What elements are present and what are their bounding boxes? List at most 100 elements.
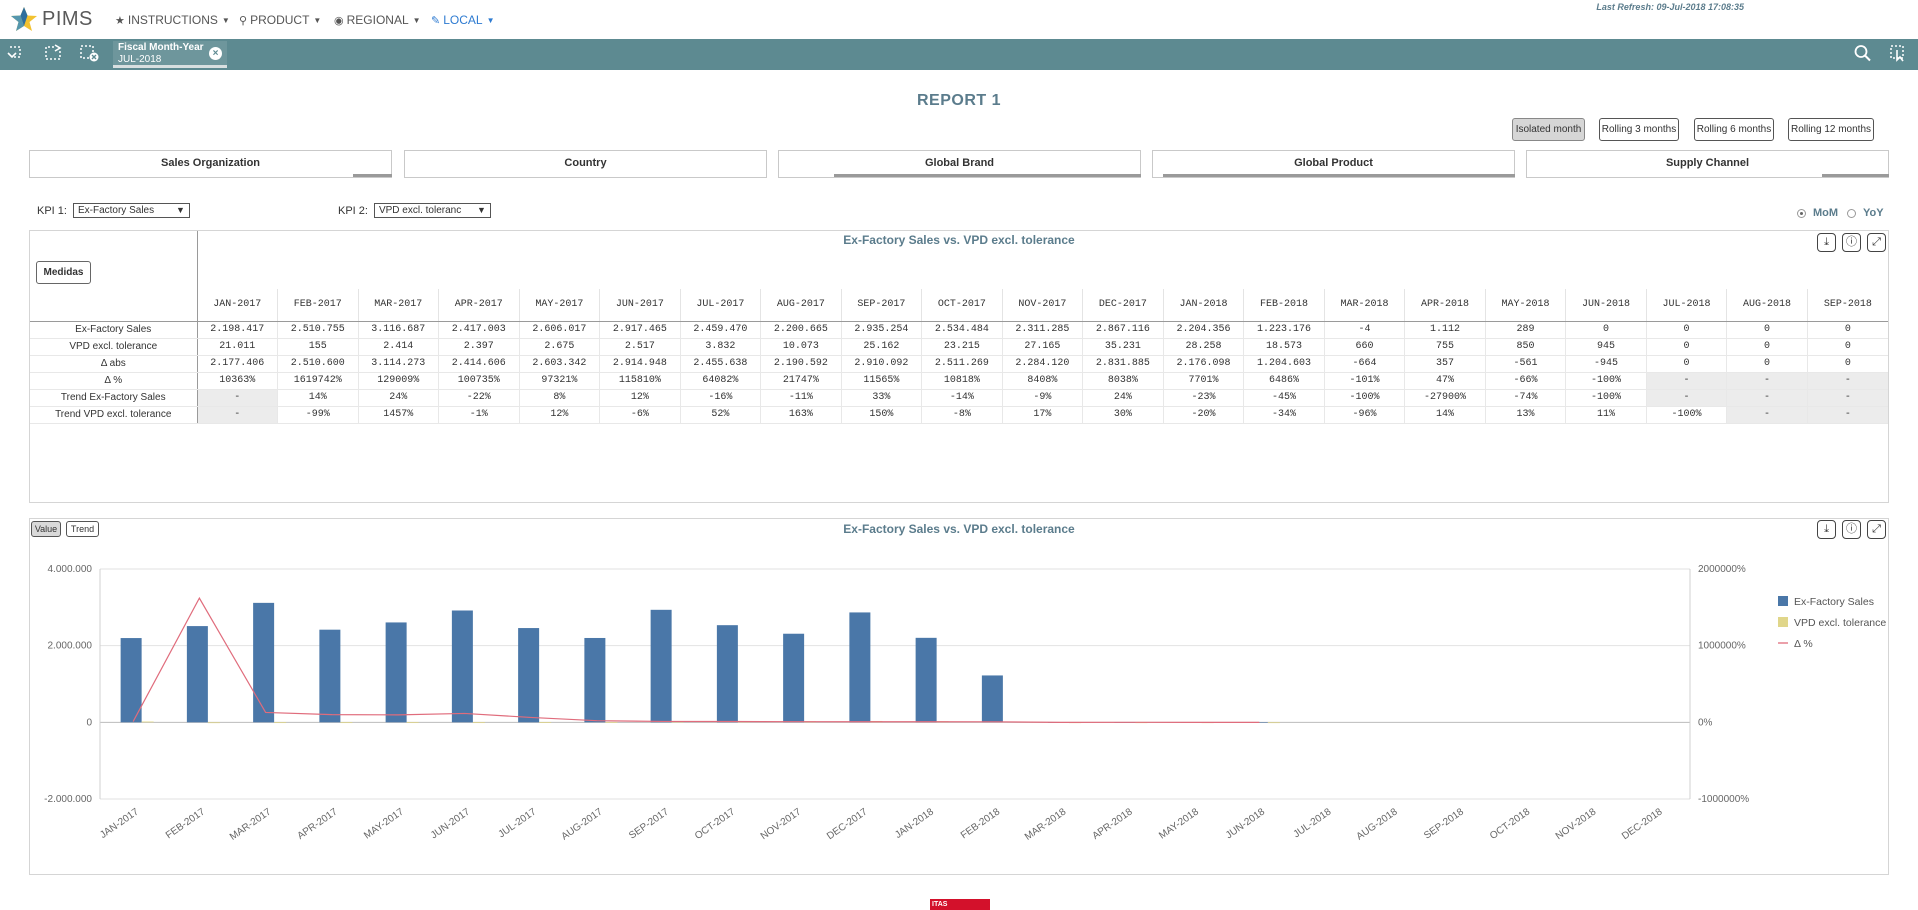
expand-icon[interactable]: ⤢ <box>1867 233 1886 252</box>
column-header-month[interactable]: MAR-2018 <box>1323 289 1405 322</box>
column-header-month[interactable]: MAR-2017 <box>357 289 439 322</box>
column-header-month[interactable]: APR-2018 <box>1404 289 1486 322</box>
table-cell: 18.573 <box>1243 338 1325 356</box>
column-header-month[interactable]: JAN-2018 <box>1162 289 1244 322</box>
filter-label: Global Brand <box>924 157 995 169</box>
download-icon[interactable]: ⤓ <box>1817 520 1836 539</box>
column-header-month[interactable]: DEC-2017 <box>1082 289 1164 322</box>
column-header-month[interactable]: SEP-2018 <box>1806 289 1888 322</box>
menu-local[interactable]: ✎ LOCAL ▼ <box>431 13 495 27</box>
app-logo[interactable]: PIMS <box>10 6 93 32</box>
menu-regional[interactable]: ◉ REGIONAL ▼ <box>334 13 421 27</box>
table-cell: 0 <box>1726 321 1808 339</box>
column-header-month[interactable]: JUN-2018 <box>1565 289 1647 322</box>
mom-radio[interactable]: MoM <box>1797 207 1838 219</box>
chart-panel: Value Trend Ex-Factory Sales vs. VPD exc… <box>29 518 1889 875</box>
expand-icon[interactable]: ⤢ <box>1867 520 1886 539</box>
bar-ex-factory-sales <box>650 609 672 723</box>
download-icon[interactable]: ⤓ <box>1817 233 1836 252</box>
x-axis-tick-label: DEC-2018 <box>1620 806 1665 842</box>
close-icon[interactable]: × <box>209 47 222 60</box>
y-axis-tick-label: 4.000.000 <box>48 564 93 575</box>
table-cell: 2.603.342 <box>518 355 600 373</box>
column-header-month[interactable]: AUG-2018 <box>1726 289 1808 322</box>
table-cell: 2.510.755 <box>277 321 359 339</box>
smart-search-select-icon[interactable] <box>1888 44 1910 64</box>
table-cell: -561 <box>1484 355 1566 373</box>
kpi1-label: KPI 1: <box>37 204 67 217</box>
filter-global-product[interactable]: Global Product <box>1152 150 1515 178</box>
bar-ex-factory-sales <box>783 633 805 723</box>
filter-selection-bar <box>1163 174 1515 177</box>
table-cell: 52% <box>679 406 761 424</box>
medidas-button[interactable]: Medidas <box>36 261 91 284</box>
info-icon[interactable]: ⓘ <box>1842 233 1861 252</box>
table-cell: -20% <box>1162 406 1244 424</box>
table-cell: 23.215 <box>921 338 1003 356</box>
column-header-month[interactable]: JAN-2017 <box>196 289 278 322</box>
rolling-12-months-button[interactable]: Rolling 12 months <box>1788 118 1874 141</box>
column-header-month[interactable]: NOV-2017 <box>1001 289 1083 322</box>
column-header-month[interactable]: JUL-2018 <box>1645 289 1727 322</box>
rolling-6-months-button[interactable]: Rolling 6 months <box>1694 118 1774 141</box>
pivot-table: JAN-2017 FEB-2017 MAR-2017 APR-2017 MAY-2017… <box>30 289 1888 424</box>
table-cell: 7701% <box>1162 372 1244 390</box>
row-header[interactable]: Trend VPD excl. tolerance <box>30 406 198 424</box>
filter-global-brand[interactable]: Global Brand <box>778 150 1141 178</box>
table-cell: - <box>1806 406 1888 424</box>
table-cell: 755 <box>1404 338 1486 356</box>
filter-supply-channel[interactable]: Supply Channel <box>1526 150 1889 178</box>
row-header[interactable]: Δ % <box>30 372 198 390</box>
table-cell: -945 <box>1565 355 1647 373</box>
kpi1-dropdown[interactable]: Ex-Factory Sales ▼ <box>72 203 190 218</box>
table-cell: 2.867.116 <box>1082 321 1164 339</box>
table-cell: 0 <box>1806 338 1888 356</box>
x-axis-tick-label: AUG-2018 <box>1355 806 1400 842</box>
table-cell: - <box>196 406 278 424</box>
kpi2-dropdown[interactable]: VPD excl. toleranc ▼ <box>373 203 491 218</box>
kpi1-value: Ex-Factory Sales <box>77 205 155 216</box>
column-header-month[interactable]: FEB-2017 <box>277 289 359 322</box>
info-icon[interactable]: ⓘ <box>1842 520 1861 539</box>
column-header-month[interactable]: SEP-2017 <box>840 289 922 322</box>
menu-instructions[interactable]: ★ INSTRUCTIONS ▼ <box>115 13 230 27</box>
column-header-month[interactable]: FEB-2018 <box>1243 289 1325 322</box>
table-cell: -100% <box>1323 389 1405 407</box>
y2-axis-tick-label: 0% <box>1698 717 1713 728</box>
isolated-month-button[interactable]: Isolated month <box>1512 118 1585 141</box>
column-header-month[interactable]: OCT-2017 <box>921 289 1003 322</box>
y2-axis-tick-label: 1000000% <box>1698 641 1746 652</box>
row-header[interactable]: Δ abs <box>30 355 198 373</box>
table-cell: 2.417.003 <box>438 321 520 339</box>
row-header[interactable]: Trend Ex-Factory Sales <box>30 389 198 407</box>
rolling-3-months-button[interactable]: Rolling 3 months <box>1599 118 1679 141</box>
step-forward-icon[interactable] <box>42 44 64 64</box>
table-cell: 28.258 <box>1162 338 1244 356</box>
step-back-icon[interactable] <box>6 44 28 64</box>
column-header-month[interactable]: APR-2017 <box>438 289 520 322</box>
column-header-month[interactable]: MAY-2018 <box>1484 289 1566 322</box>
row-header[interactable]: VPD excl. tolerance <box>30 338 198 356</box>
row-header[interactable]: Ex-Factory Sales <box>30 321 198 339</box>
selection-chip-fiscal-month[interactable]: Fiscal Month-Year JUL-2018 × <box>113 41 227 68</box>
table-cell: -664 <box>1323 355 1405 373</box>
column-header-month[interactable]: JUN-2017 <box>599 289 681 322</box>
menu-product[interactable]: ⚲ PRODUCT ▼ <box>239 13 321 27</box>
yoy-radio[interactable]: YoY <box>1847 207 1884 219</box>
pims-star-logo-icon <box>11 7 37 31</box>
filter-country[interactable]: Country <box>404 150 767 178</box>
filter-label: Sales Organization <box>160 157 261 169</box>
table-cell: 945 <box>1565 338 1647 356</box>
search-icon[interactable] <box>1852 44 1874 64</box>
filter-sales-organization[interactable]: Sales Organization <box>29 150 392 178</box>
x-axis-tick-label: JUL-2017 <box>497 806 539 840</box>
bar-ex-factory-sales <box>584 637 606 723</box>
bar-ex-factory-sales <box>451 610 473 723</box>
column-header-month[interactable]: AUG-2017 <box>760 289 842 322</box>
table-cell: 12% <box>599 389 681 407</box>
column-header-month[interactable]: MAY-2017 <box>518 289 600 322</box>
table-cell: -34% <box>1243 406 1325 424</box>
x-axis-tick-label: MAR-2018 <box>1023 806 1069 843</box>
column-header-month[interactable]: JUL-2017 <box>679 289 761 322</box>
clear-selections-icon[interactable] <box>78 44 100 64</box>
